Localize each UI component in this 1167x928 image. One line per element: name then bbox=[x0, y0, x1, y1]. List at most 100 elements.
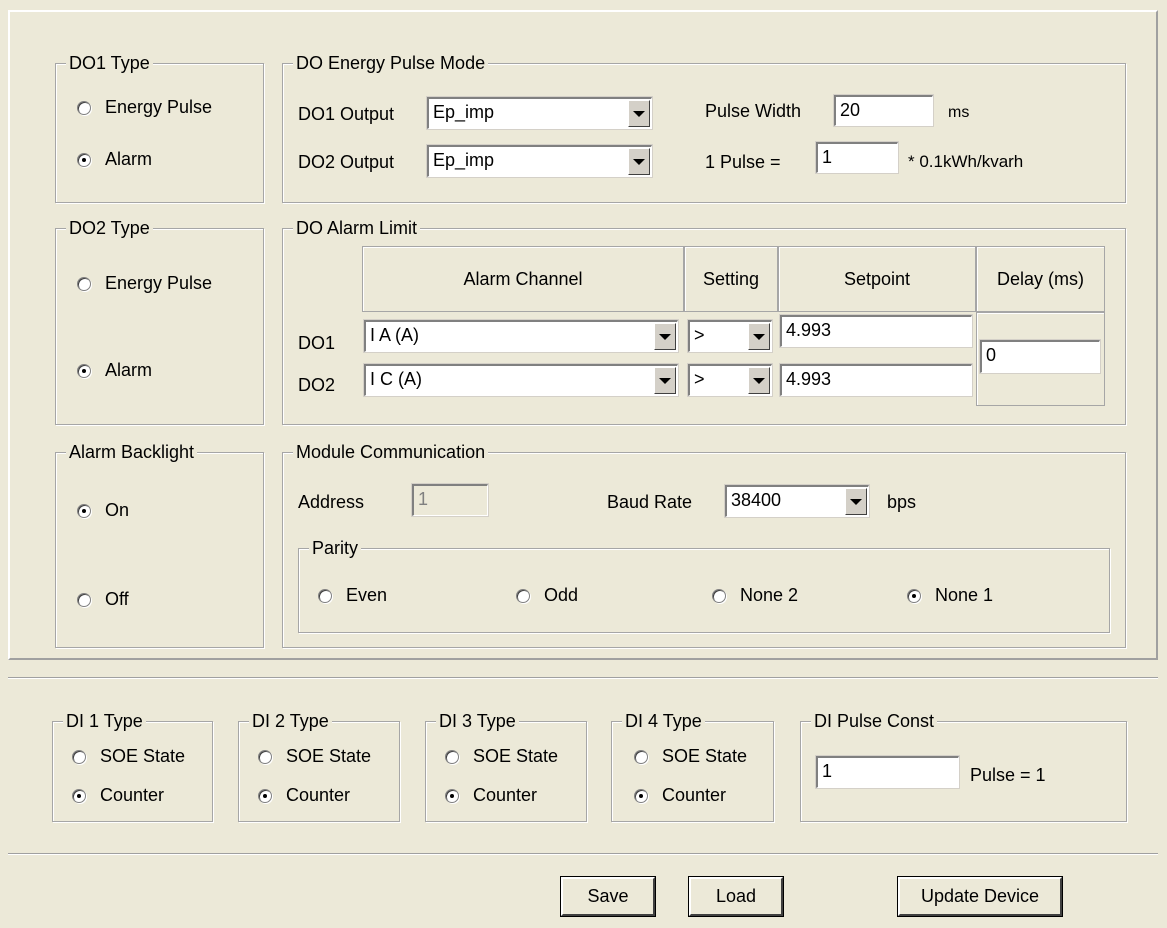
baud-rate-unit: bps bbox=[887, 492, 917, 512]
radio-circle-selected-icon bbox=[907, 588, 921, 603]
baud-rate-select[interactable]: 38400 bbox=[724, 484, 870, 518]
di1-soe-state-radio[interactable]: SOE State bbox=[72, 746, 185, 767]
radio-circle-selected-icon bbox=[72, 788, 86, 803]
do2-alarm-radio[interactable]: Alarm bbox=[77, 360, 152, 381]
dropdown-arrow-icon[interactable] bbox=[628, 148, 650, 175]
radio-label: SOE State bbox=[662, 746, 748, 766]
do1-setting-select[interactable]: > bbox=[687, 319, 773, 353]
radio-label: Counter bbox=[662, 785, 727, 805]
di2-counter-radio[interactable]: Counter bbox=[258, 785, 350, 806]
parity-none1-radio[interactable]: None 1 bbox=[907, 585, 993, 606]
backlight-on-radio[interactable]: On bbox=[77, 500, 129, 521]
header-delay: Delay (ms) bbox=[976, 246, 1105, 312]
do1-output-select[interactable]: Ep_imp bbox=[426, 96, 653, 130]
do2-setpoint-input[interactable]: 4.993 bbox=[779, 363, 973, 397]
do2-type-group: DO2 Type bbox=[55, 217, 264, 425]
header-setpoint: Setpoint bbox=[778, 246, 976, 312]
separator bbox=[8, 853, 1158, 855]
radio-label: On bbox=[105, 500, 130, 520]
radio-label: Even bbox=[346, 585, 388, 605]
baud-rate-label: Baud Rate bbox=[607, 492, 693, 512]
do1-alarm-channel-select[interactable]: I A (A) bbox=[363, 319, 679, 353]
do1-energy-pulse-radio[interactable]: Energy Pulse bbox=[77, 97, 212, 118]
pulse-label: 1 Pulse = bbox=[705, 152, 781, 172]
delay-input[interactable]: 0 bbox=[979, 339, 1101, 374]
pulse-unit: * 0.1kWh/kvarh bbox=[908, 152, 1024, 171]
radio-circle-icon bbox=[516, 588, 530, 603]
di-pulse-unit: Pulse = 1 bbox=[970, 765, 1046, 785]
do1-output-label: DO1 Output bbox=[298, 104, 395, 124]
do2-alarm-channel-select[interactable]: I C (A) bbox=[363, 363, 679, 397]
di2-type-title: DI 2 Type bbox=[249, 710, 332, 732]
radio-label: None 1 bbox=[935, 585, 994, 605]
select-value: I A (A) bbox=[370, 325, 420, 345]
radio-circle-selected-icon bbox=[77, 152, 91, 167]
radio-label: Energy Pulse bbox=[105, 273, 213, 293]
dropdown-arrow-icon[interactable] bbox=[654, 323, 676, 350]
save-button[interactable]: Save bbox=[560, 876, 656, 917]
do1-type-title: DO1 Type bbox=[66, 52, 153, 74]
parity-even-radio[interactable]: Even bbox=[318, 585, 387, 606]
radio-circle-icon bbox=[77, 592, 91, 607]
dropdown-arrow-icon[interactable] bbox=[748, 367, 770, 394]
select-value: I C (A) bbox=[370, 369, 422, 389]
di4-type-group: DI 4 Type bbox=[611, 710, 774, 822]
address-input[interactable]: 1 bbox=[411, 483, 489, 517]
radio-circle-selected-icon bbox=[77, 503, 91, 518]
header-alarm-channel: Alarm Channel bbox=[362, 246, 684, 312]
radio-circle-icon bbox=[77, 276, 91, 291]
parity-title: Parity bbox=[309, 537, 362, 559]
load-button[interactable]: Load bbox=[688, 876, 784, 917]
do2-type-title: DO2 Type bbox=[66, 217, 153, 239]
do2-setting-select[interactable]: > bbox=[687, 363, 773, 397]
radio-circle-selected-icon bbox=[77, 363, 91, 378]
di4-soe-state-radio[interactable]: SOE State bbox=[634, 746, 747, 767]
select-value: 38400 bbox=[731, 490, 782, 510]
di1-type-group: DI 1 Type bbox=[52, 710, 213, 822]
pulse-width-label: Pulse Width bbox=[705, 101, 802, 121]
di-pulse-const-input[interactable]: 1 bbox=[815, 755, 960, 789]
backlight-off-radio[interactable]: Off bbox=[77, 589, 129, 610]
parity-none2-radio[interactable]: None 2 bbox=[712, 585, 798, 606]
radio-label: Counter bbox=[100, 785, 165, 805]
alarm-limit-title: DO Alarm Limit bbox=[293, 217, 421, 239]
radio-circle-icon bbox=[712, 588, 726, 603]
address-label: Address bbox=[298, 492, 365, 512]
do1-setpoint-input[interactable]: 4.993 bbox=[779, 314, 973, 348]
energy-pulse-title: DO Energy Pulse Mode bbox=[293, 52, 489, 74]
dropdown-arrow-icon[interactable] bbox=[628, 100, 650, 127]
di3-counter-radio[interactable]: Counter bbox=[445, 785, 537, 806]
di4-counter-radio[interactable]: Counter bbox=[634, 785, 726, 806]
di3-type-group: DI 3 Type bbox=[425, 710, 587, 822]
radio-circle-icon bbox=[77, 100, 91, 115]
module-comm-title: Module Communication bbox=[293, 441, 489, 463]
di-pulse-const-title: DI Pulse Const bbox=[811, 710, 938, 732]
select-value: Ep_imp bbox=[433, 150, 495, 170]
header-setting: Setting bbox=[684, 246, 778, 312]
radio-label: Counter bbox=[473, 785, 538, 805]
alarm-backlight-title: Alarm Backlight bbox=[66, 441, 198, 463]
select-value: > bbox=[694, 369, 705, 389]
do1-alarm-radio[interactable]: Alarm bbox=[77, 149, 152, 170]
radio-label: None 2 bbox=[740, 585, 799, 605]
radio-circle-icon bbox=[634, 749, 648, 764]
radio-label: Off bbox=[105, 589, 129, 609]
update-device-button[interactable]: Update Device bbox=[897, 876, 1063, 917]
di3-soe-state-radio[interactable]: SOE State bbox=[445, 746, 558, 767]
di2-soe-state-radio[interactable]: SOE State bbox=[258, 746, 371, 767]
pulse-width-input[interactable]: 20 bbox=[833, 94, 934, 127]
do2-output-select[interactable]: Ep_imp bbox=[426, 144, 653, 178]
radio-circle-icon bbox=[258, 749, 272, 764]
row-label-do1: DO1 bbox=[298, 333, 336, 353]
radio-label: SOE State bbox=[286, 746, 372, 766]
dropdown-arrow-icon[interactable] bbox=[748, 323, 770, 350]
radio-label: Odd bbox=[544, 585, 579, 605]
parity-odd-radio[interactable]: Odd bbox=[516, 585, 578, 606]
do2-energy-pulse-radio[interactable]: Energy Pulse bbox=[77, 273, 212, 294]
di1-counter-radio[interactable]: Counter bbox=[72, 785, 164, 806]
dropdown-arrow-icon[interactable] bbox=[845, 488, 867, 515]
dropdown-arrow-icon[interactable] bbox=[654, 367, 676, 394]
radio-label: Alarm bbox=[105, 360, 153, 380]
di4-type-title: DI 4 Type bbox=[622, 710, 705, 732]
pulse-value-input[interactable]: 1 bbox=[815, 141, 899, 174]
